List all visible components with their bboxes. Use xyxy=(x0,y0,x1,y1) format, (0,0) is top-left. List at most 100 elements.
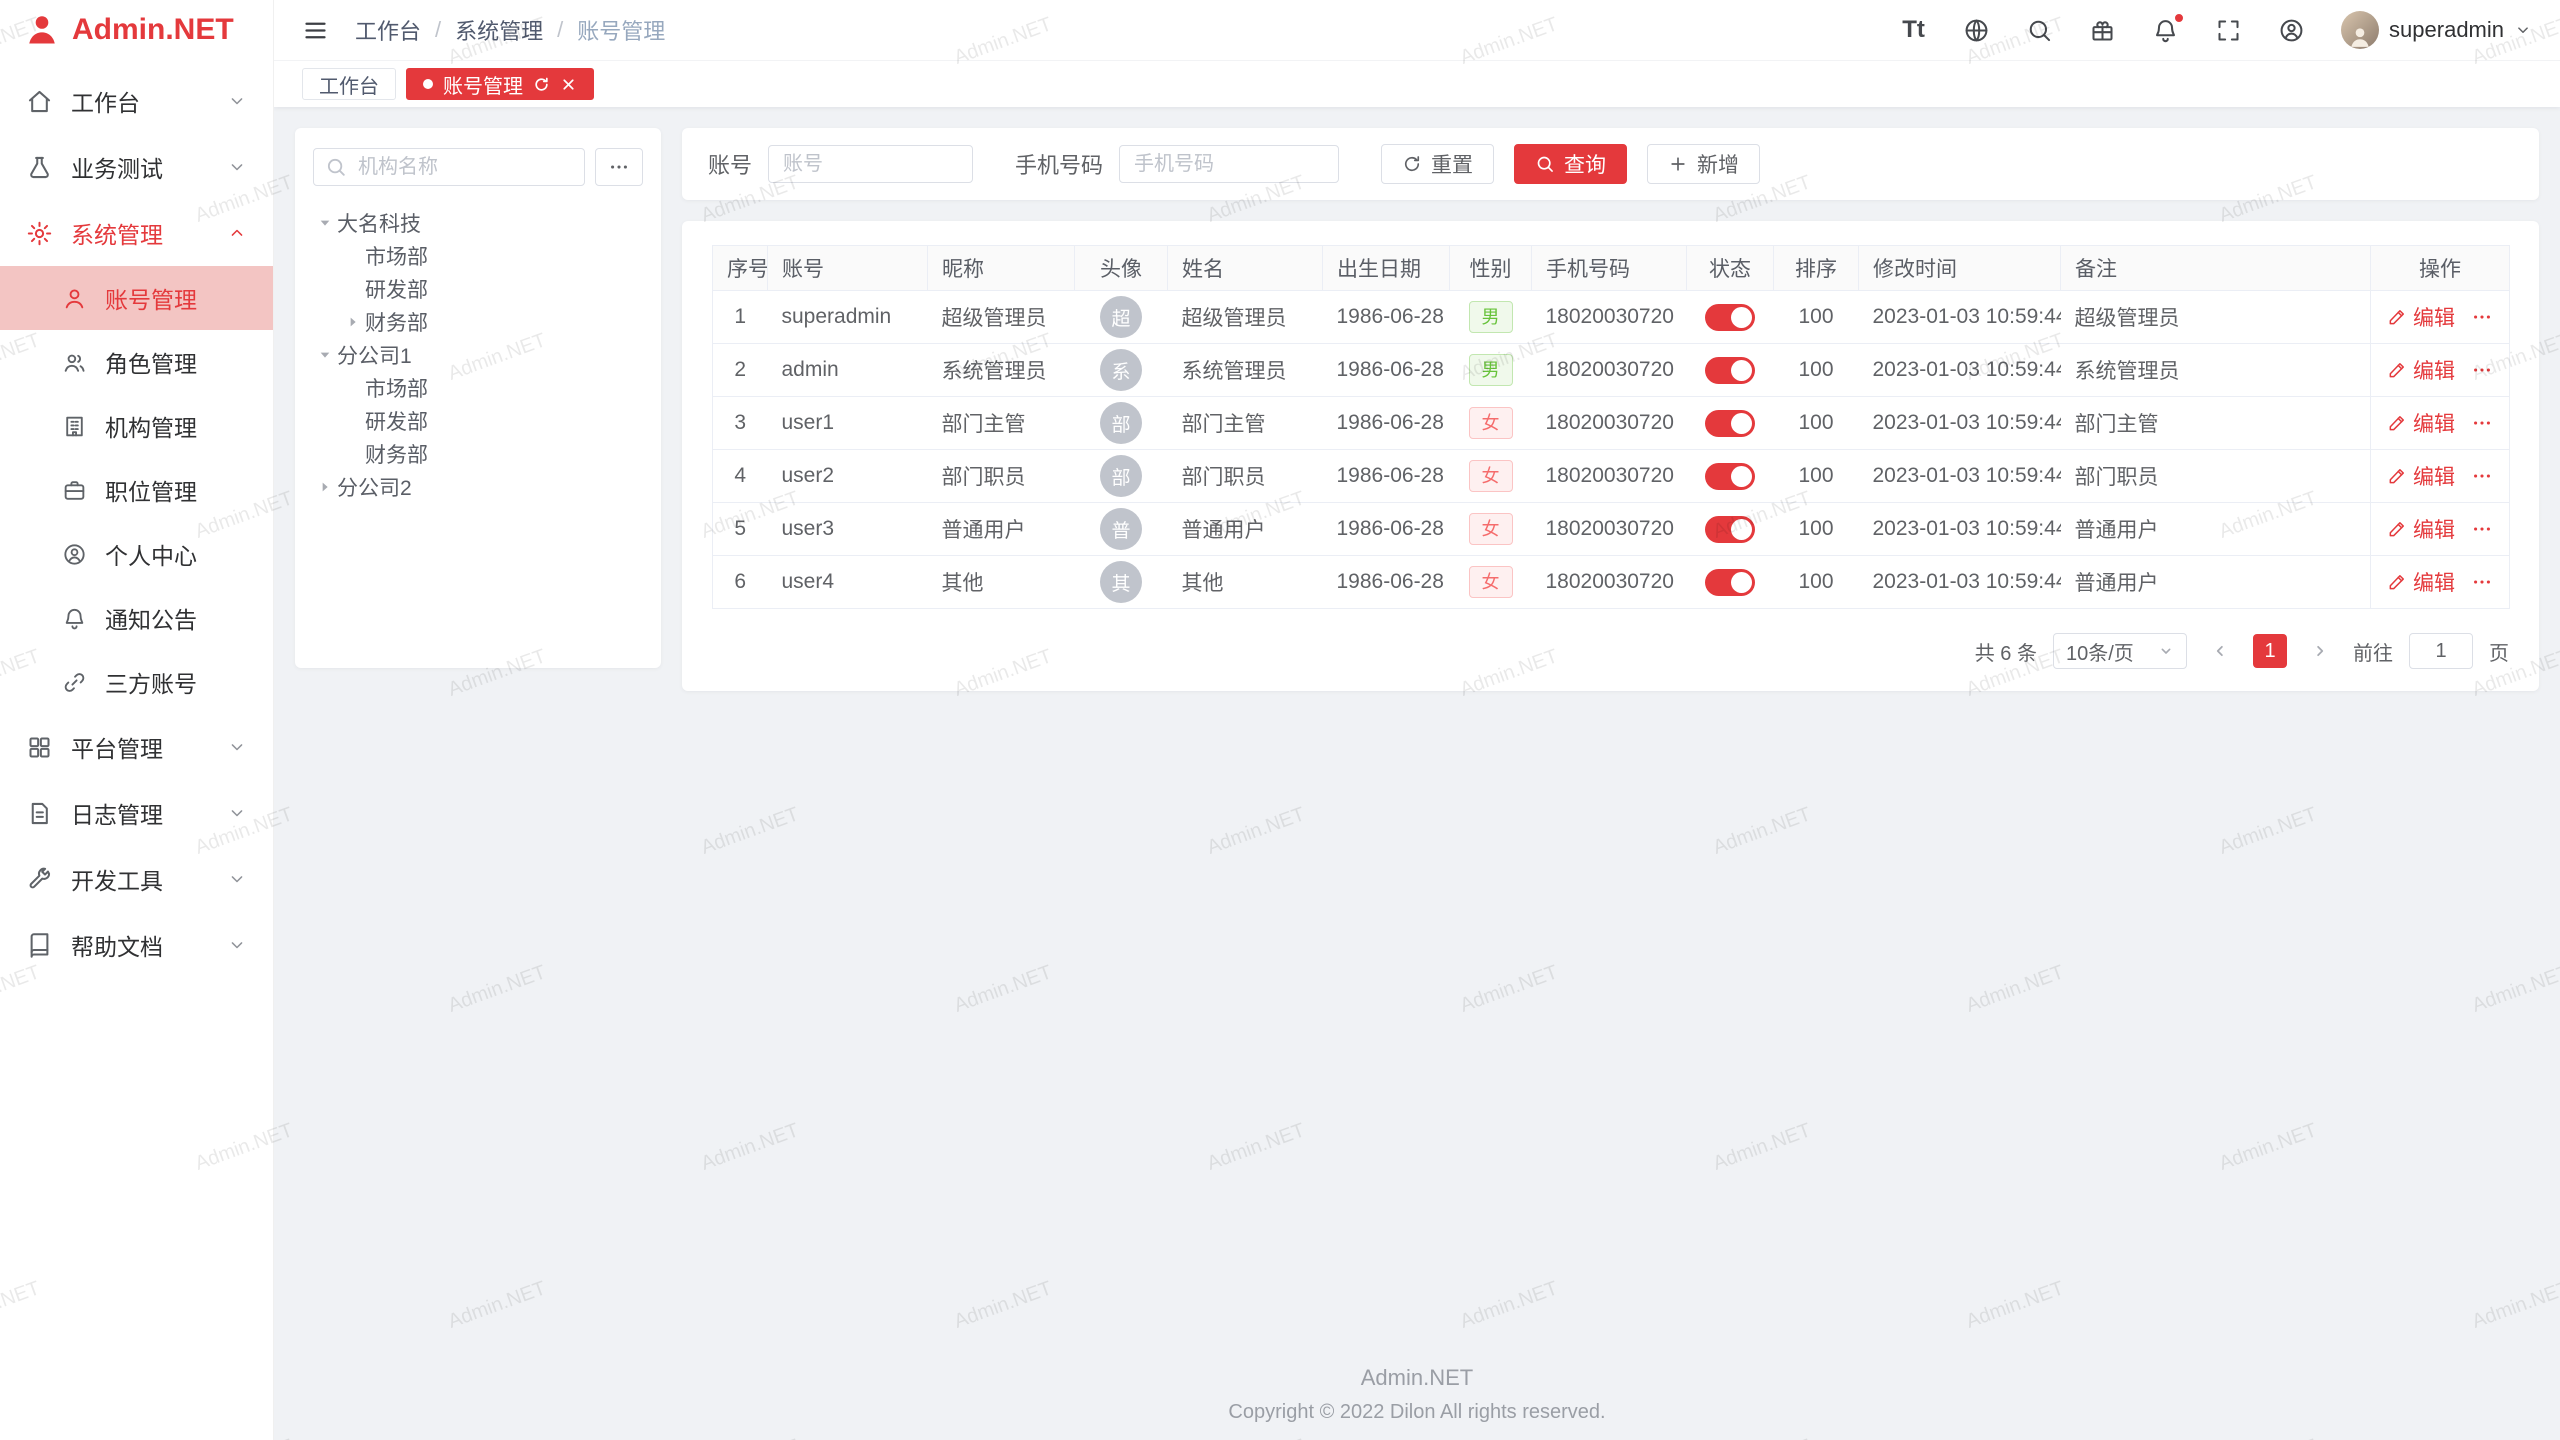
search-icon[interactable] xyxy=(2026,17,2053,44)
page-size-select[interactable]: 10条/页 xyxy=(2053,633,2187,669)
row-avatar: 系 xyxy=(1100,349,1142,391)
sidebar-subitem-2-3[interactable]: 职位管理 xyxy=(0,458,273,522)
tree-node-label: 研发部 xyxy=(365,274,428,304)
globe-icon[interactable] xyxy=(1963,17,1990,44)
cell-birth: 1986-06-28 xyxy=(1323,397,1450,450)
column-header-10: 修改时间 xyxy=(1859,246,2061,291)
tab-account-management[interactable]: 账号管理 xyxy=(406,68,594,100)
tab-label: 工作台 xyxy=(319,70,379,99)
row-more-button[interactable] xyxy=(2471,518,2493,540)
menu-toggle-icon[interactable] xyxy=(302,17,329,44)
status-toggle[interactable] xyxy=(1705,569,1755,596)
profile-icon[interactable] xyxy=(2278,17,2305,44)
tree-node-1-1[interactable]: 研发部 xyxy=(313,404,643,437)
caret-down-icon[interactable] xyxy=(313,211,337,235)
cell-order: 100 xyxy=(1774,503,1859,556)
cell-birth: 1986-06-28 xyxy=(1323,344,1450,397)
row-more-button[interactable] xyxy=(2471,571,2493,593)
sidebar-subitem-2-1[interactable]: 角色管理 xyxy=(0,330,273,394)
font-size-icon[interactable]: Tt xyxy=(1900,17,1927,44)
reset-button[interactable]: 重置 xyxy=(1381,144,1494,184)
tree-node-root-2[interactable]: 分公司2 xyxy=(313,470,643,503)
tree-node-label: 市场部 xyxy=(365,241,428,271)
sidebar-item-1[interactable]: 业务测试 xyxy=(0,134,273,200)
row-more-button[interactable] xyxy=(2471,412,2493,434)
edit-button[interactable]: 编辑 xyxy=(2387,567,2455,597)
notification-icon[interactable] xyxy=(2152,17,2179,44)
org-search-input[interactable] xyxy=(313,148,585,186)
caret-down-icon[interactable] xyxy=(313,343,337,367)
sidebar-subitem-label: 个人中心 xyxy=(105,537,197,571)
tree-node-root-0[interactable]: 大名科技 xyxy=(313,206,643,239)
sidebar-subitem-2-0[interactable]: 账号管理 xyxy=(0,266,273,330)
prev-page-button[interactable] xyxy=(2203,634,2237,668)
sidebar-item-3[interactable]: 平台管理 xyxy=(0,714,273,780)
caret-right-icon[interactable] xyxy=(313,475,337,499)
row-more-button[interactable] xyxy=(2471,306,2493,328)
caret-placeholder xyxy=(341,442,365,466)
user-menu[interactable]: superadmin xyxy=(2341,11,2532,49)
status-toggle[interactable] xyxy=(1705,516,1755,543)
org-more-button[interactable] xyxy=(595,148,643,186)
sidebar-item-label: 平台管理 xyxy=(71,730,163,764)
tree-node-label: 分公司2 xyxy=(337,472,412,502)
sidebar-item-label: 系统管理 xyxy=(71,216,163,250)
sidebar-subitem-2-4[interactable]: 个人中心 xyxy=(0,522,273,586)
tab-workbench[interactable]: 工作台 xyxy=(302,68,396,100)
tree-node-label: 分公司1 xyxy=(337,340,412,370)
edit-button[interactable]: 编辑 xyxy=(2387,355,2455,385)
cell-birth: 1986-06-28 xyxy=(1323,291,1450,344)
sidebar-item-0[interactable]: 工作台 xyxy=(0,68,273,134)
status-toggle[interactable] xyxy=(1705,304,1755,331)
status-toggle[interactable] xyxy=(1705,463,1755,490)
sidebar-subitem-2-5[interactable]: 通知公告 xyxy=(0,586,273,650)
edit-button[interactable]: 编辑 xyxy=(2387,408,2455,438)
close-icon[interactable] xyxy=(560,76,577,93)
cell-remark: 系统管理员 xyxy=(2061,344,2371,397)
cell-remark: 普通用户 xyxy=(2061,503,2371,556)
gender-tag: 女 xyxy=(1469,513,1513,545)
sidebar-subitem-2-6[interactable]: 三方账号 xyxy=(0,650,273,714)
breadcrumb-item[interactable]: 工作台 xyxy=(355,14,421,46)
tree-node-label: 大名科技 xyxy=(337,208,421,238)
row-more-button[interactable] xyxy=(2471,465,2493,487)
tree-node-1-2[interactable]: 财务部 xyxy=(313,437,643,470)
refresh-icon[interactable] xyxy=(533,76,550,93)
status-toggle[interactable] xyxy=(1705,357,1755,384)
chevron-down-icon xyxy=(227,91,247,111)
page-number-1[interactable]: 1 xyxy=(2253,634,2287,668)
goto-page-input[interactable] xyxy=(2409,633,2473,669)
tree-node-1-0[interactable]: 市场部 xyxy=(313,371,643,404)
fullscreen-icon[interactable] xyxy=(2215,17,2242,44)
sidebar-item-5[interactable]: 开发工具 xyxy=(0,846,273,912)
cell-actions: 编辑 xyxy=(2371,450,2510,503)
cell-actions: 编辑 xyxy=(2371,344,2510,397)
tree-node-0-0[interactable]: 市场部 xyxy=(313,239,643,272)
add-button[interactable]: 新增 xyxy=(1647,144,1760,184)
caret-right-icon[interactable] xyxy=(341,310,365,334)
tree-node-0-2[interactable]: 财务部 xyxy=(313,305,643,338)
sidebar-menu: 工作台业务测试系统管理账号管理角色管理机构管理职位管理个人中心通知公告三方账号平… xyxy=(0,60,273,978)
breadcrumb-item[interactable]: 系统管理 xyxy=(455,14,543,46)
theme-icon[interactable] xyxy=(2089,17,2116,44)
account-input[interactable] xyxy=(768,145,973,183)
search-button[interactable]: 查询 xyxy=(1514,144,1627,184)
home-icon xyxy=(26,88,53,115)
cell-actions: 编辑 xyxy=(2371,556,2510,609)
row-more-button[interactable] xyxy=(2471,359,2493,381)
app-logo[interactable]: Admin.NET xyxy=(0,0,273,60)
edit-button[interactable]: 编辑 xyxy=(2387,514,2455,544)
status-toggle[interactable] xyxy=(1705,410,1755,437)
tree-node-0-1[interactable]: 研发部 xyxy=(313,272,643,305)
next-page-button[interactable] xyxy=(2303,634,2337,668)
sidebar-item-label: 帮助文档 xyxy=(71,928,163,962)
phone-input[interactable] xyxy=(1119,145,1339,183)
tree-node-root-1[interactable]: 分公司1 xyxy=(313,338,643,371)
edit-button[interactable]: 编辑 xyxy=(2387,461,2455,491)
edit-button[interactable]: 编辑 xyxy=(2387,302,2455,332)
cell-name: 其他 xyxy=(1168,556,1323,609)
sidebar-item-2[interactable]: 系统管理 xyxy=(0,200,273,266)
sidebar-item-6[interactable]: 帮助文档 xyxy=(0,912,273,978)
sidebar-item-4[interactable]: 日志管理 xyxy=(0,780,273,846)
sidebar-subitem-2-2[interactable]: 机构管理 xyxy=(0,394,273,458)
